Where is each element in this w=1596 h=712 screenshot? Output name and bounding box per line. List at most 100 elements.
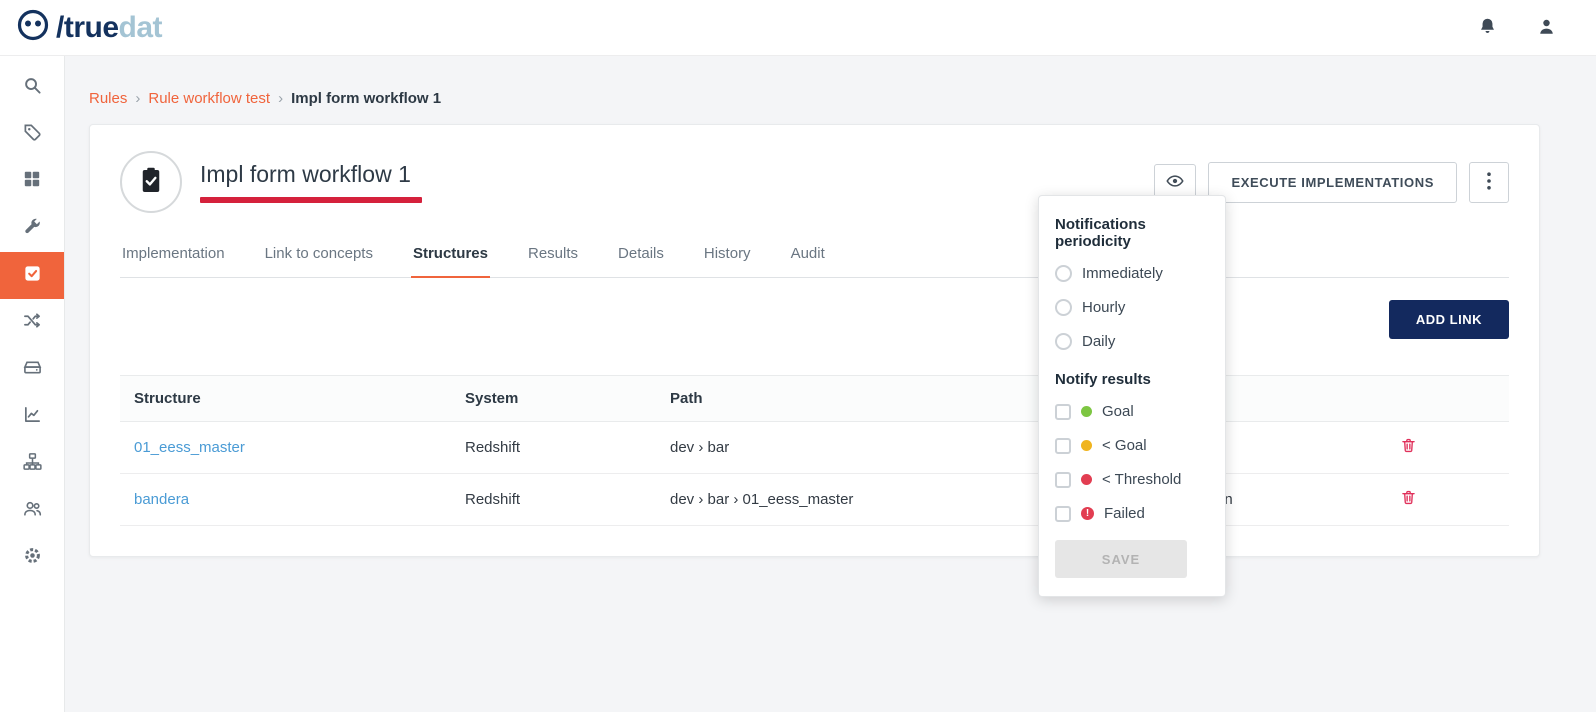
radio-daily[interactable]	[1055, 333, 1072, 350]
tab-history[interactable]: History	[702, 237, 753, 277]
checkbox-label: < Goal	[1102, 437, 1147, 454]
implementation-avatar	[120, 151, 182, 213]
sidebar-item-settings[interactable]	[0, 534, 64, 581]
notify-results-title: Notify results	[1055, 371, 1209, 388]
tab-structures[interactable]: Structures	[411, 237, 490, 278]
below-threshold-status-dot-icon	[1081, 474, 1092, 485]
user-icon	[1537, 17, 1556, 39]
breadcrumb-current: Impl form workflow 1	[291, 90, 441, 107]
dashboard-grid-icon	[23, 170, 41, 193]
check-square-icon	[23, 264, 42, 288]
below-goal-status-dot-icon	[1081, 440, 1092, 451]
shuffle-icon	[23, 311, 42, 335]
tags-icon	[23, 123, 42, 147]
bell-icon	[1478, 17, 1497, 39]
kebab-menu-icon	[1487, 172, 1491, 193]
tab-audit[interactable]: Audit	[789, 237, 827, 277]
breadcrumb: Rules › Rule workflow test › Impl form w…	[89, 90, 1540, 107]
brand-name: /truedat	[56, 11, 162, 45]
table-header-row: Structure System Path	[120, 376, 1509, 422]
clipboard-check-icon	[136, 165, 166, 200]
structure-link[interactable]: bandera	[134, 491, 189, 508]
checkbox-below-goal[interactable]	[1055, 438, 1071, 454]
breadcrumb-separator: ›	[135, 90, 140, 107]
checkbox-goal[interactable]	[1055, 404, 1071, 420]
sidebar-item-lineage[interactable]	[0, 299, 64, 346]
result-option-below-goal[interactable]: < Goal	[1055, 437, 1209, 454]
sidebar-item-insights[interactable]	[0, 393, 64, 440]
sitemap-icon	[23, 452, 42, 476]
radio-hourly[interactable]	[1055, 299, 1072, 316]
tab-bar: Implementation Link to concepts Structur…	[120, 237, 1509, 278]
column-header-actions	[1308, 376, 1509, 422]
breadcrumb-rule-workflow-test[interactable]: Rule workflow test	[148, 90, 270, 107]
system-cell: Redshift	[451, 422, 656, 474]
sidebar-item-tools[interactable]	[0, 205, 64, 252]
goal-status-dot-icon	[1081, 406, 1092, 417]
tab-details[interactable]: Details	[616, 237, 666, 277]
add-link-button[interactable]: ADD LINK	[1389, 300, 1509, 339]
result-option-below-threshold[interactable]: < Threshold	[1055, 471, 1209, 488]
structure-link[interactable]: 01_eess_master	[134, 439, 245, 456]
sidebar-item-tags[interactable]	[0, 111, 64, 158]
result-option-failed[interactable]: ! Failed	[1055, 505, 1209, 522]
save-button[interactable]: SAVE	[1055, 540, 1187, 578]
delete-link-button[interactable]	[1400, 489, 1417, 509]
execute-implementations-button[interactable]: EXECUTE IMPLEMENTATIONS	[1208, 162, 1457, 203]
sidebar-item-systems[interactable]	[0, 346, 64, 393]
column-header-structure: Structure	[120, 376, 451, 422]
checkbox-failed[interactable]	[1055, 506, 1071, 522]
periodicity-option-immediately[interactable]: Immediately	[1055, 265, 1209, 282]
path-cell: dev › bar	[656, 422, 1096, 474]
more-options-button[interactable]	[1469, 162, 1509, 203]
failed-exclamation-icon: !	[1081, 507, 1094, 520]
radio-label: Immediately	[1082, 265, 1163, 282]
path-cell: dev › bar › 01_eess_master	[656, 474, 1096, 526]
owl-logo-icon	[16, 8, 50, 47]
sidebar-item-dashboard[interactable]	[0, 158, 64, 205]
trash-icon	[1400, 494, 1417, 509]
result-option-goal[interactable]: Goal	[1055, 403, 1209, 420]
brand-name-bold: /true	[56, 11, 119, 44]
table-row: bandera Redshift dev › bar › 01_eess_mas…	[120, 474, 1509, 526]
delete-link-button[interactable]	[1400, 437, 1417, 457]
tab-implementation[interactable]: Implementation	[120, 237, 227, 277]
notifications-button[interactable]	[1478, 17, 1497, 39]
brand-logo[interactable]: /truedat	[16, 8, 162, 47]
periodicity-option-hourly[interactable]: Hourly	[1055, 299, 1209, 316]
title-underline	[200, 197, 422, 203]
sidebar-item-search[interactable]	[0, 64, 64, 111]
tab-link-to-concepts[interactable]: Link to concepts	[263, 237, 375, 277]
top-bar: /truedat	[0, 0, 1596, 56]
title-block: Impl form workflow 1	[200, 161, 422, 203]
search-icon	[23, 76, 42, 100]
column-header-path: Path	[656, 376, 1096, 422]
sidebar-item-taxonomy[interactable]	[0, 440, 64, 487]
title-row: Impl form workflow 1 EXECUTE IMPLEMENTAT…	[120, 151, 1509, 213]
checkbox-label: < Threshold	[1102, 471, 1181, 488]
periodicity-title: Notifications periodicity	[1055, 216, 1209, 250]
checkbox-label: Goal	[1102, 403, 1134, 420]
topbar-actions	[1478, 17, 1556, 39]
wrench-icon	[23, 217, 42, 241]
eye-icon	[1166, 172, 1184, 193]
notifications-popup: Notifications periodicity Immediately Ho…	[1038, 195, 1226, 597]
tab-results[interactable]: Results	[526, 237, 580, 277]
radio-immediately[interactable]	[1055, 265, 1072, 282]
main-content: Rules › Rule workflow test › Impl form w…	[65, 56, 1596, 557]
sidebar	[0, 56, 65, 712]
breadcrumb-separator: ›	[278, 90, 283, 107]
sidebar-item-users[interactable]	[0, 487, 64, 534]
periodicity-option-daily[interactable]: Daily	[1055, 333, 1209, 350]
implementation-card: Impl form workflow 1 EXECUTE IMPLEMENTAT…	[89, 124, 1540, 557]
users-icon	[23, 499, 42, 523]
checkbox-below-threshold[interactable]	[1055, 472, 1071, 488]
page-title: Impl form workflow 1	[200, 161, 422, 188]
radio-label: Daily	[1082, 333, 1115, 350]
table-row: 01_eess_master Redshift dev › bar	[120, 422, 1509, 474]
breadcrumb-rules[interactable]: Rules	[89, 90, 127, 107]
sidebar-item-rules[interactable]	[0, 252, 64, 299]
structures-table: Structure System Path 01_eess_master Red…	[120, 375, 1509, 526]
user-menu-button[interactable]	[1537, 17, 1556, 39]
column-header-system: System	[451, 376, 656, 422]
